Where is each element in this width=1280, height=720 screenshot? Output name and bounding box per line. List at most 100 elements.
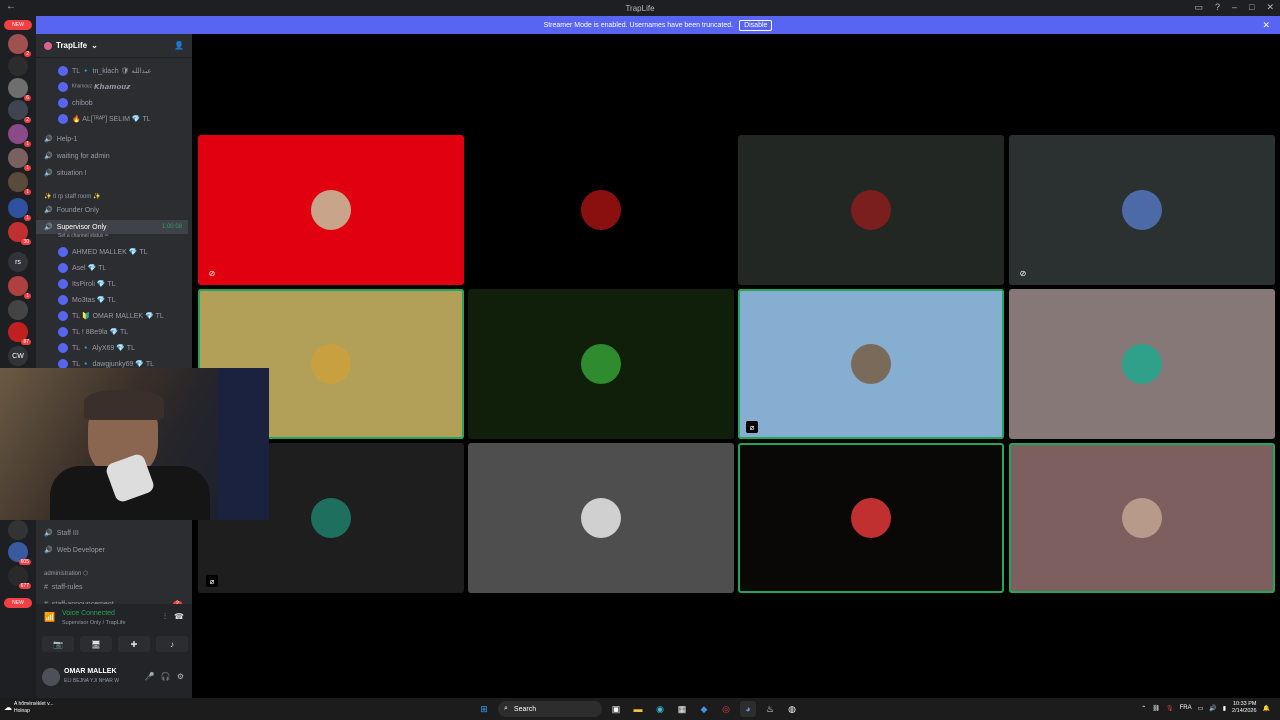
- screen-share-button[interactable]: 🖥: [80, 636, 112, 652]
- voice-channel[interactable]: 🔊 Founder Only: [36, 203, 188, 217]
- text-channel[interactable]: # staff-rules: [36, 580, 188, 594]
- participant-tile[interactable]: [468, 289, 734, 439]
- voice-status[interactable]: Voice Connected: [62, 610, 115, 617]
- server-icon[interactable]: 2: [8, 34, 31, 57]
- mention-badge: 87: [21, 339, 31, 345]
- microphone-icon[interactable]: 🎤: [145, 672, 155, 681]
- inbox-icon[interactable]: ▭: [1194, 2, 1203, 13]
- voice-member[interactable]: ItsPiroli 💎 TL: [36, 277, 188, 291]
- chrome-icon[interactable]: ◎: [718, 701, 734, 717]
- voice-member[interactable]: chibob: [36, 96, 188, 110]
- soundboard-button[interactable]: ♪: [156, 636, 188, 652]
- disable-button[interactable]: Disable: [739, 19, 773, 31]
- voice-member[interactable]: TL ! 8Be9la 💎 TL: [36, 325, 188, 339]
- weather-icon[interactable]: ☁: [4, 703, 12, 712]
- discord-icon[interactable]: ◕: [740, 701, 756, 717]
- close-banner-icon[interactable]: ✕: [1262, 20, 1270, 31]
- task-view-icon[interactable]: ▣: [608, 701, 624, 717]
- maximize-icon[interactable]: □: [1249, 2, 1254, 13]
- server-icon[interactable]: [8, 520, 28, 540]
- channel-category[interactable]: administration ⬡: [36, 566, 188, 580]
- minimize-icon[interactable]: –: [1232, 2, 1237, 13]
- edge-icon[interactable]: ◉: [652, 701, 668, 717]
- voice-channel[interactable]: 🔊 situation I: [36, 166, 188, 180]
- new-pill[interactable]: NEW: [4, 20, 32, 30]
- server-icon[interactable]: 1: [8, 124, 31, 147]
- file-explorer-icon[interactable]: ▬: [630, 701, 646, 717]
- server-icon[interactable]: [8, 56, 28, 76]
- server-icon[interactable]: 6: [8, 78, 31, 101]
- new-pill[interactable]: NEW: [4, 598, 32, 608]
- voice-channel[interactable]: 🔊 Help-1: [36, 132, 188, 146]
- language-indicator[interactable]: FRA: [1180, 705, 1192, 711]
- volume-icon[interactable]: 🔊: [1209, 705, 1216, 712]
- avatar[interactable]: [42, 668, 60, 686]
- server-icon[interactable]: 87: [8, 322, 31, 345]
- server-icon[interactable]: 1: [8, 276, 31, 299]
- voice-location[interactable]: Supervisor Only / TrapLife: [62, 620, 126, 626]
- search-bar[interactable]: ⌕ Search: [498, 701, 602, 717]
- server-icon[interactable]: 2: [8, 100, 31, 123]
- participant-tile[interactable]: [468, 443, 734, 593]
- voice-member[interactable]: AHMED MALLEK 💎 TL: [36, 245, 188, 259]
- close-icon[interactable]: ✕: [1266, 2, 1274, 13]
- store-icon[interactable]: ▦: [674, 701, 690, 717]
- participant-tile[interactable]: [1009, 443, 1275, 593]
- voice-member[interactable]: TL 🔹 AlyX69 💎 TL: [36, 341, 188, 355]
- voice-member[interactable]: TL 🔹 tn_klach 🛡 ﻋﺒﺪﺍﻟﻠﻪ: [36, 64, 188, 78]
- participant-tile[interactable]: [738, 135, 1004, 285]
- steam-icon[interactable]: ♨: [762, 701, 778, 717]
- start-icon[interactable]: ⊞: [476, 701, 492, 717]
- app-icon[interactable]: ◆: [696, 701, 712, 717]
- server-icon[interactable]: 677: [8, 566, 31, 589]
- disconnect-icon[interactable]: ☎: [174, 612, 184, 621]
- guild-header[interactable]: TrapLife ⌄ 👤: [36, 34, 192, 58]
- camera-button[interactable]: 📷: [42, 636, 74, 652]
- voice-channel[interactable]: 🔊 waiting for admin: [36, 149, 188, 163]
- server-icon[interactable]: 1: [8, 172, 31, 195]
- settings-gear-icon[interactable]: ⚙: [177, 672, 184, 681]
- voice-member[interactable]: 🔥 AL[ᵀᴿᴬᴾ] SELIM 💎 TL: [36, 112, 188, 126]
- monitor-icon[interactable]: ▭: [1198, 705, 1204, 712]
- voice-member[interactable]: ᴷʰᵃᵐᵒᵘᶻ 𝙆𝙝𝙖𝙢𝙤𝙪𝙯: [36, 80, 188, 94]
- server-icon[interactable]: 30: [8, 222, 31, 245]
- participant-tile[interactable]: ⌀: [738, 289, 1004, 439]
- server-icon[interactable]: 1: [8, 148, 31, 171]
- chevron-up-icon[interactable]: ⌃: [1141, 705, 1146, 712]
- avatar: [58, 311, 68, 321]
- battery-icon[interactable]: ▮: [1223, 705, 1226, 712]
- clock[interactable]: 10:33 PM 2/14/2026: [1232, 701, 1256, 715]
- add-member-icon[interactable]: 👤: [174, 41, 184, 50]
- help-icon[interactable]: ?: [1215, 2, 1220, 13]
- user-name[interactable]: OMAR MALLEK: [64, 668, 117, 675]
- notification-icon[interactable]: 🔔: [1263, 705, 1270, 712]
- channel-status[interactable]: Set a channel status ✏: [36, 232, 188, 240]
- mic-tray-icon[interactable]: 🎙: [1166, 705, 1174, 712]
- activities-button[interactable]: ✚: [118, 636, 150, 652]
- voice-channel[interactable]: 🔊 Staff III: [36, 526, 188, 540]
- server-rs[interactable]: rs: [8, 252, 28, 272]
- guild-icon: [44, 41, 52, 50]
- participant-tile[interactable]: [738, 443, 1004, 593]
- server-icon[interactable]: [8, 300, 28, 320]
- participant-tile[interactable]: [468, 135, 734, 285]
- voice-member[interactable]: Asel 💎 TL: [36, 261, 188, 275]
- voice-member[interactable]: Mo3tas 💎 TL: [36, 293, 188, 307]
- obs-icon[interactable]: ◍: [784, 701, 800, 717]
- speaker-icon: 🔊: [44, 207, 53, 214]
- avatar: [1122, 344, 1162, 384]
- headphones-icon[interactable]: 🎧: [161, 672, 171, 681]
- server-icon[interactable]: 605: [8, 542, 31, 565]
- server-icon[interactable]: 1: [8, 198, 31, 221]
- participant-tile[interactable]: [1009, 289, 1275, 439]
- channel-category[interactable]: ✨ tl rp staff room ✨: [36, 189, 188, 203]
- participant-tile[interactable]: ⊘: [1009, 135, 1275, 285]
- voice-member[interactable]: TL 🔰 OMAR MALLEK 💎 TL: [36, 309, 188, 323]
- server-cw[interactable]: CW: [8, 346, 28, 366]
- voice-channel[interactable]: 🔊 Web Developer: [36, 543, 188, 557]
- participant-tile[interactable]: ⊘: [198, 135, 464, 285]
- webcam-preview[interactable]: [0, 368, 269, 520]
- noise-suppression-icon[interactable]: ⫶: [164, 612, 166, 622]
- weather-widget[interactable]: A hőmérséklet v... Holnap: [14, 701, 53, 715]
- network-icon[interactable]: ⛓: [1152, 705, 1160, 712]
